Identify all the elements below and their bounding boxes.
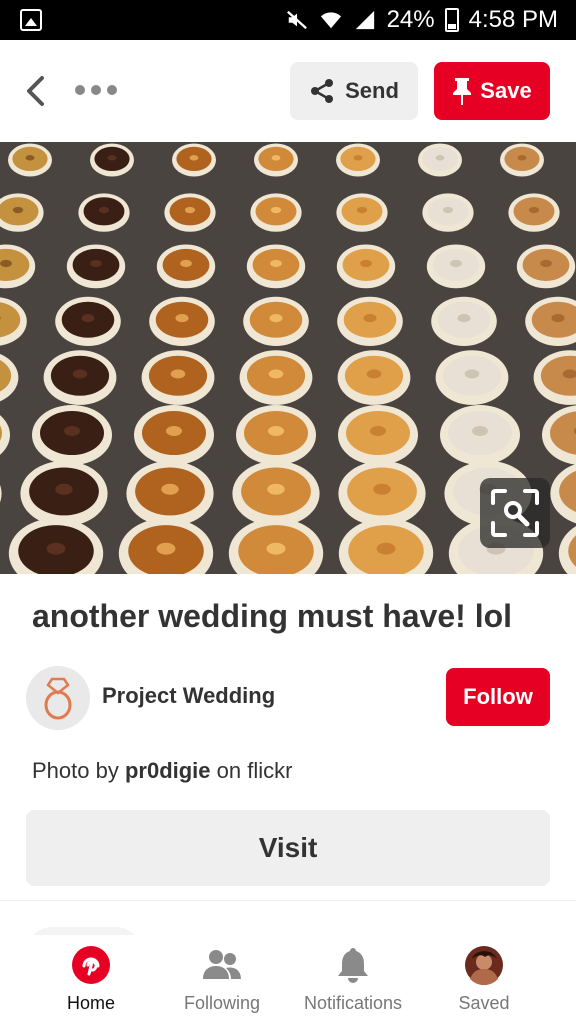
visual-search-button[interactable] <box>480 478 550 548</box>
save-button[interactable]: Save <box>434 62 550 120</box>
status-bar-indicators: 24% 4:58 PM <box>285 4 558 36</box>
nav-following-label: Following <box>183 993 261 1013</box>
save-label: Save <box>480 78 532 103</box>
signal-icon <box>355 10 374 30</box>
send-label: Send <box>345 78 399 103</box>
nav-home[interactable]: Home <box>26 945 156 1023</box>
back-arrow-icon[interactable] <box>22 74 50 108</box>
lens-search-icon <box>491 489 539 537</box>
nav-saved[interactable]: Saved <box>419 945 549 1023</box>
nav-notifications[interactable]: Notifications <box>288 945 418 1023</box>
pin-title: another wedding must have! lol <box>32 598 513 634</box>
mute-icon <box>286 10 307 30</box>
nav-notifications-label: Notifications <box>303 993 403 1013</box>
ring-logo-icon <box>44 677 72 720</box>
clock-time: 4:58 PM <box>468 6 558 33</box>
photo-credit: Photo by pr0digie on flickr <box>32 758 292 784</box>
credit-user-link[interactable]: pr0digie <box>125 758 211 783</box>
board-name[interactable]: Project Wedding <box>102 683 275 709</box>
wifi-icon <box>320 12 341 29</box>
more-options-icon[interactable] <box>74 83 118 97</box>
credit-prefix: Photo by <box>32 758 125 783</box>
battery-icon <box>444 8 459 32</box>
board-avatar[interactable] <box>26 666 90 730</box>
status-bar: 24% 4:58 PM <box>0 0 576 40</box>
credit-suffix: on flickr <box>210 758 293 783</box>
profile-avatar-icon <box>464 945 504 985</box>
bottom-navigation: Home Following Notifications Saved <box>0 935 576 1024</box>
nav-following[interactable]: Following <box>157 945 287 1023</box>
follow-button[interactable]: Follow <box>446 668 550 726</box>
gallery-notification-icon <box>20 9 42 31</box>
visit-button[interactable]: Visit <box>26 810 550 886</box>
bell-icon <box>333 945 373 985</box>
people-icon <box>202 945 242 985</box>
nav-saved-label: Saved <box>458 993 510 1013</box>
pin-icon <box>453 78 472 105</box>
nav-home-label: Home <box>66 993 115 1013</box>
send-button[interactable]: Send <box>290 62 418 120</box>
battery-percent: 24% <box>386 6 435 33</box>
pin-toolbar: Send Save <box>0 40 576 142</box>
pinterest-logo-icon <box>71 945 111 985</box>
share-icon <box>311 79 334 103</box>
